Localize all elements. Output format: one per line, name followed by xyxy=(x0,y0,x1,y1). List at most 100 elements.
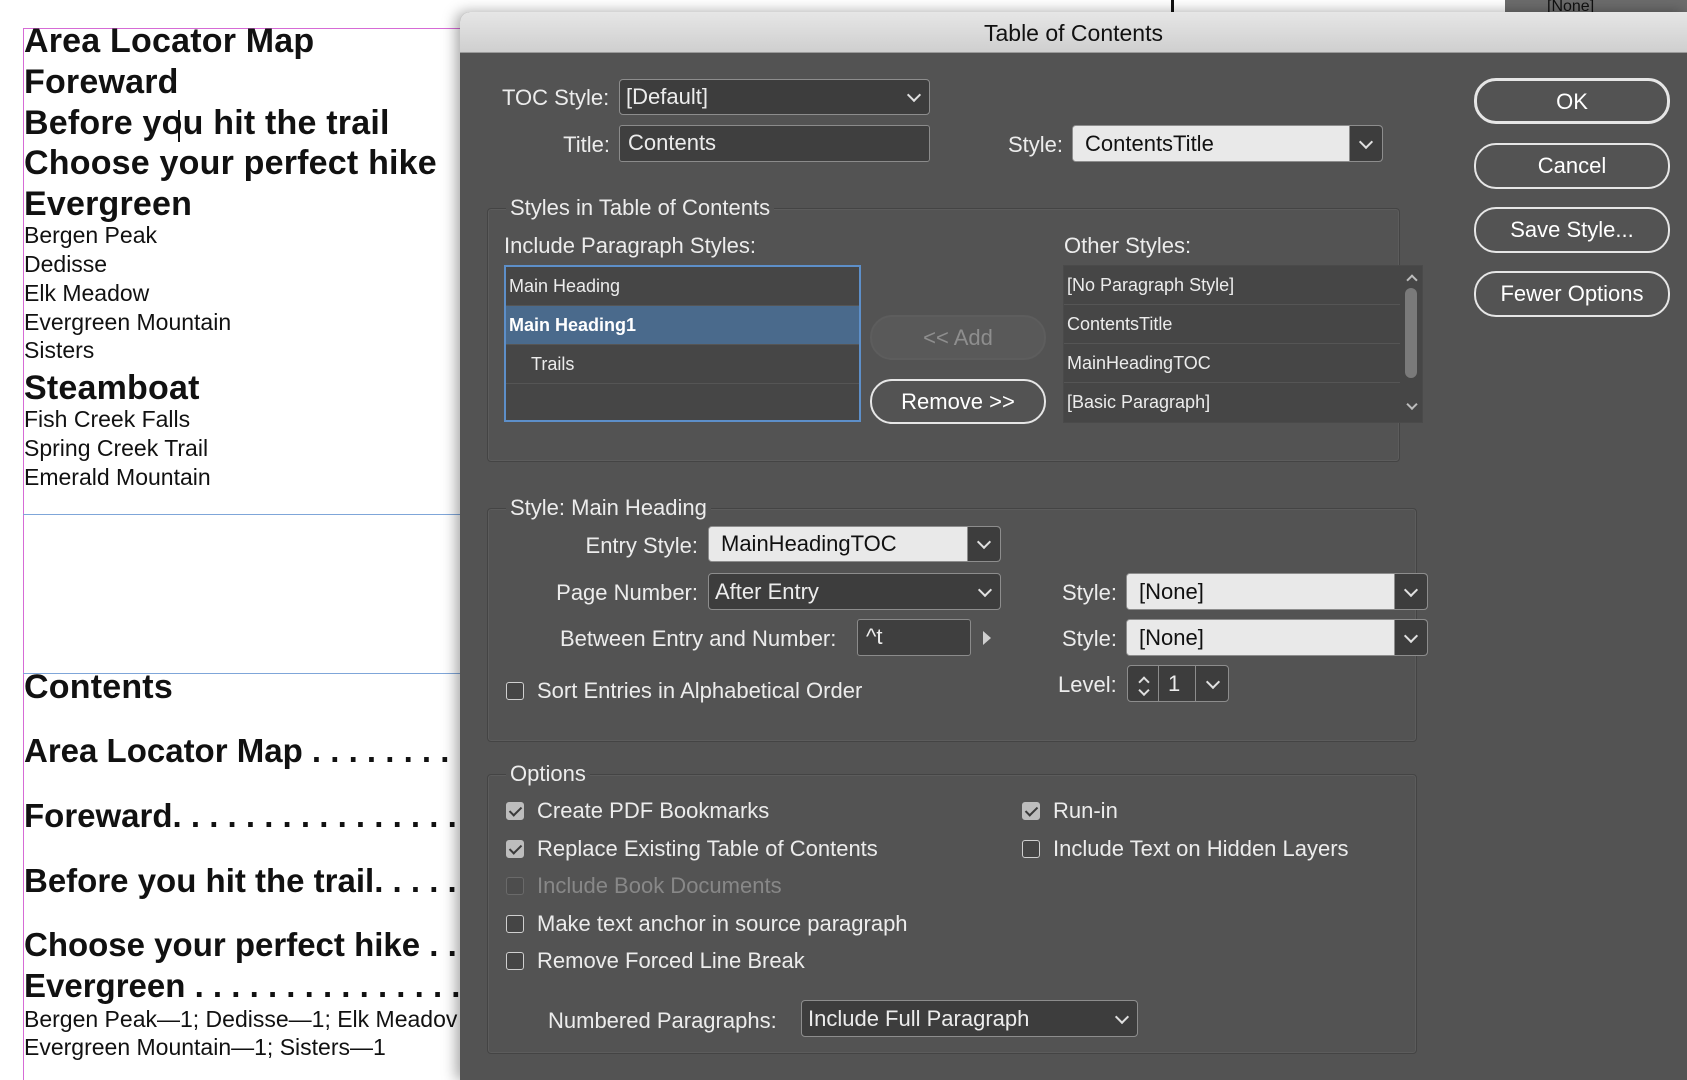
list-item[interactable]: [Basic Paragraph] xyxy=(1064,383,1400,422)
doc-line[interactable]: Area Locator Map xyxy=(24,22,314,61)
title-label: Title: xyxy=(563,132,610,157)
doc-line[interactable]: Choose your perfect hike xyxy=(24,144,437,183)
fewer-options-button[interactable]: Fewer Options xyxy=(1474,271,1670,317)
create-pdf-bookmarks-label[interactable]: Create PDF Bookmarks xyxy=(537,798,769,824)
include-styles-list[interactable]: Main Heading Main Heading1 Trails xyxy=(504,265,861,422)
generated-toc-entry[interactable]: Before you hit the trail. . . . . xyxy=(24,862,457,900)
chevron-down-icon xyxy=(1403,628,1419,643)
level-dropdown-button[interactable] xyxy=(1195,666,1228,701)
doc-line[interactable]: Dedisse xyxy=(24,251,107,278)
page-number-style-dropdown-button[interactable] xyxy=(1394,574,1427,609)
other-styles-list[interactable]: [No Paragraph Style] ContentsTitle MainH… xyxy=(1063,265,1423,423)
title-style-dropdown-button[interactable] xyxy=(1349,126,1382,161)
doc-line[interactable]: Elk Meadow xyxy=(24,280,149,307)
text-frame-edge xyxy=(23,514,460,515)
between-style-dropdown-button[interactable] xyxy=(1394,620,1427,655)
scroll-down-icon[interactable] xyxy=(1406,398,1418,411)
include-book-documents-checkbox[interactable] xyxy=(506,877,524,895)
title-style-value[interactable]: ContentsTitle xyxy=(1073,126,1351,161)
between-style-value[interactable]: [None] xyxy=(1127,620,1397,655)
numbered-paragraphs-select[interactable]: Include Full Paragraph xyxy=(801,1000,1138,1037)
list-item[interactable]: Trails xyxy=(506,345,859,384)
entry-style-dropdown-button[interactable] xyxy=(967,527,1000,561)
level-stepper-arrows[interactable] xyxy=(1128,666,1159,701)
table-of-contents-dialog: Table of Contents TOC Style: [Default] T… xyxy=(460,12,1687,1080)
ok-button[interactable]: OK xyxy=(1474,78,1670,124)
doc-line[interactable]: Evergreen xyxy=(24,185,192,224)
generated-run-in-entry[interactable]: Bergen Peak—1; Dedisse—1; Elk Meadov xyxy=(24,1006,457,1033)
numbered-paragraphs-value: Include Full Paragraph xyxy=(808,1006,1030,1031)
doc-line[interactable]: Sisters xyxy=(24,337,94,364)
styles-in-toc-title: Styles in Table of Contents xyxy=(506,195,775,221)
make-text-anchor-label[interactable]: Make text anchor in source paragraph xyxy=(537,911,908,937)
run-in-checkbox[interactable] xyxy=(1022,802,1040,820)
include-hidden-layers-label[interactable]: Include Text on Hidden Layers xyxy=(1053,836,1349,862)
sort-alphabetical-label[interactable]: Sort Entries in Alphabetical Order xyxy=(537,678,862,704)
page-number-style-value[interactable]: [None] xyxy=(1127,574,1397,609)
doc-line[interactable]: Before you hit the trail xyxy=(24,104,390,143)
level-value[interactable]: 1 xyxy=(1168,666,1180,701)
doc-line[interactable]: Steamboat xyxy=(24,369,200,408)
scroll-up-icon[interactable] xyxy=(1406,274,1418,286)
chevron-down-icon xyxy=(976,534,992,550)
save-style-button[interactable]: Save Style... xyxy=(1474,207,1670,253)
doc-line[interactable]: Evergreen Mountain xyxy=(24,309,231,336)
special-characters-menu-icon[interactable] xyxy=(983,631,991,645)
scrollbar-thumb[interactable] xyxy=(1405,288,1417,378)
between-style-combo[interactable]: [None] xyxy=(1126,619,1428,656)
level-stepper[interactable]: 1 xyxy=(1127,665,1229,702)
list-item[interactable]: ContentsTitle xyxy=(1064,305,1400,344)
other-styles-scrollbar[interactable] xyxy=(1400,266,1422,422)
doc-line[interactable]: Bergen Peak xyxy=(24,222,157,249)
between-entry-number-input[interactable]: ^t xyxy=(857,619,971,656)
between-entry-number-label: Between Entry and Number: xyxy=(560,626,837,651)
toc-style-select[interactable]: [Default] xyxy=(619,79,930,115)
chevron-down-icon xyxy=(1205,674,1221,689)
doc-line[interactable]: Spring Creek Trail xyxy=(24,435,208,462)
numbered-paragraphs-label: Numbered Paragraphs: xyxy=(548,1008,777,1033)
title-style-combo[interactable]: ContentsTitle xyxy=(1072,125,1383,162)
run-in-label[interactable]: Run-in xyxy=(1053,798,1118,824)
page-number-select[interactable]: After Entry xyxy=(708,573,1001,610)
chevron-down-icon xyxy=(906,87,922,103)
doc-line[interactable]: Foreward xyxy=(24,63,179,102)
doc-line[interactable]: Fish Creek Falls xyxy=(24,406,190,433)
cancel-button[interactable]: Cancel xyxy=(1474,143,1670,189)
create-pdf-bookmarks-checkbox[interactable] xyxy=(506,802,524,820)
generated-toc-entry[interactable]: Choose your perfect hike . . xyxy=(24,926,457,964)
chevron-down-icon xyxy=(1403,582,1419,597)
entry-style-combo[interactable]: MainHeadingTOC xyxy=(708,526,1001,562)
generated-toc-entry[interactable]: Foreward. . . . . . . . . . . . . . . . … xyxy=(24,797,475,835)
style-main-heading-title: Style: Main Heading xyxy=(506,495,711,521)
entry-style-value[interactable]: MainHeadingTOC xyxy=(709,527,970,561)
remove-forced-line-break-label[interactable]: Remove Forced Line Break xyxy=(537,948,805,974)
generated-toc-title[interactable]: Contents xyxy=(24,668,173,707)
chevron-down-icon xyxy=(1114,1009,1130,1024)
remove-style-button[interactable]: Remove >> xyxy=(870,379,1046,424)
generated-toc-entry[interactable]: Area Locator Map . . . . . . . . . xyxy=(24,732,468,770)
toc-style-value: [Default] xyxy=(626,84,708,109)
include-book-documents-label[interactable]: Include Book Documents xyxy=(537,873,782,899)
replace-existing-toc-label[interactable]: Replace Existing Table of Contents xyxy=(537,836,878,862)
make-text-anchor-checkbox[interactable] xyxy=(506,915,524,933)
page-number-style-combo[interactable]: [None] xyxy=(1126,573,1428,610)
list-item[interactable]: MainHeadingTOC xyxy=(1064,344,1400,383)
list-item-selected[interactable]: Main Heading1 xyxy=(506,306,859,345)
replace-existing-toc-checkbox[interactable] xyxy=(506,840,524,858)
generated-run-in-entry[interactable]: Evergreen Mountain—1; Sisters—1 xyxy=(24,1034,386,1061)
doc-line[interactable]: Emerald Mountain xyxy=(24,464,211,491)
add-style-button[interactable]: << Add xyxy=(870,315,1046,360)
sort-alphabetical-checkbox[interactable] xyxy=(506,682,524,700)
options-title: Options xyxy=(506,761,590,787)
entry-style-label: Entry Style: xyxy=(585,533,698,558)
generated-toc-entry[interactable]: Evergreen . . . . . . . . . . . . . . . xyxy=(24,967,460,1005)
remove-forced-line-break-checkbox[interactable] xyxy=(506,952,524,970)
list-item[interactable] xyxy=(506,384,859,423)
title-input[interactable]: Contents xyxy=(619,125,930,162)
list-item[interactable]: Main Heading xyxy=(506,267,859,306)
page-number-style-label: Style: xyxy=(1062,580,1118,605)
dialog-title[interactable]: Table of Contents xyxy=(460,12,1687,53)
include-hidden-layers-checkbox[interactable] xyxy=(1022,840,1040,858)
list-item[interactable]: [No Paragraph Style] xyxy=(1064,266,1400,305)
decrement-icon[interactable] xyxy=(1138,684,1150,697)
